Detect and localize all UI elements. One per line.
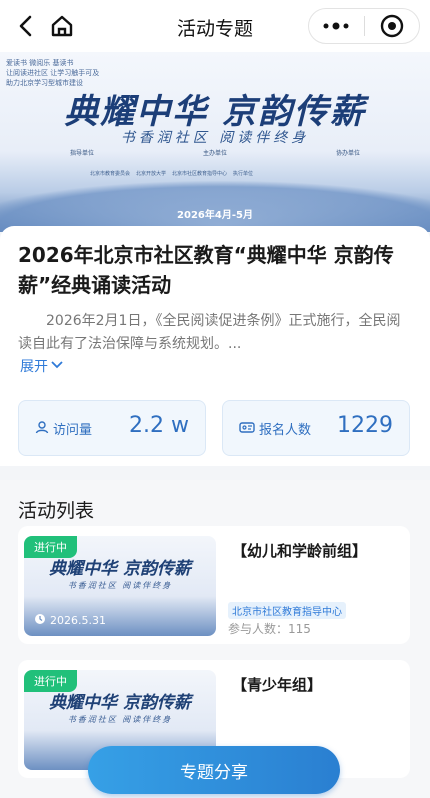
org-label: 协办单位: [335, 150, 360, 157]
close-target-icon[interactable]: [364, 8, 419, 44]
status-badge: 进行中: [24, 670, 77, 692]
thumb-subtitle: 书香润社区 阅读伴终身: [67, 715, 173, 724]
signups-value: 1229: [337, 413, 393, 438]
activity-list-heading: 活动列表: [18, 500, 95, 522]
topic-description: 2026年2月1日，《全民阅读促进条例》正式施行，全民阅读自此有了法治保障与系统…: [18, 313, 401, 352]
org-name: 北京市教育委员会: [90, 171, 131, 177]
visits-stat: 访问量 2.2 w: [18, 400, 206, 456]
visits-value: 2.2 w: [129, 413, 189, 438]
org-name: 北京市社区教育指导中心: [172, 171, 228, 177]
banner-headline: 典耀中华 京韵传薪: [64, 92, 366, 132]
more-dots-icon[interactable]: [309, 8, 364, 44]
activity-participants: 参与人数：115: [228, 622, 311, 636]
user-icon: [35, 420, 49, 438]
signups-label-wrap: 报名人数: [239, 419, 311, 438]
clock-icon: [34, 613, 46, 628]
banner-date: 2026年4月-5月: [177, 210, 253, 221]
support-label: 执行单位: [233, 171, 254, 177]
nav-bar: 活动专题: [0, 0, 430, 52]
activity-name: 【幼儿和学龄前组】: [232, 542, 368, 560]
org-label: 主办单位: [202, 150, 227, 157]
expand-label: 展开: [20, 359, 48, 375]
visits-label-wrap: 访问量: [35, 419, 92, 438]
org-name: 北京开放大学: [136, 171, 167, 177]
chevron-down-icon: [50, 358, 64, 374]
banner-corner-line-2: 让阅读进社区 让学习触手可及: [6, 69, 100, 77]
topic-banner: 爱读书 微阅乐 基读书 让阅读进社区 让学习触手可及 助力北京学习型城市建设 典…: [0, 52, 430, 232]
mini-program-capsule: [308, 8, 420, 44]
list-item[interactable]: 典耀中华 京韵传薪 书香润社区 阅读伴终身 进行中 2026.5.31 【幼儿和…: [18, 526, 410, 644]
signups-label: 报名人数: [259, 423, 312, 438]
expand-button[interactable]: 展开: [20, 356, 64, 376]
banner-subline: 书香润社区 阅读伴终身: [120, 130, 310, 146]
ticket-icon: [239, 420, 255, 438]
thumb-subtitle: 书香润社区 阅读伴终身: [67, 581, 173, 590]
banner-org-labels: 指导单位 主办单位 协办单位: [70, 148, 360, 157]
activity-org-tag: 北京市社区教育指导中心: [228, 602, 346, 619]
signups-stat: 报名人数 1229: [222, 400, 410, 456]
banner-corner-line-1: 爱读书 微阅乐 基读书: [6, 59, 74, 67]
activity-date-text: 2026.5.31: [50, 614, 106, 627]
activity-date: 2026.5.31: [34, 613, 106, 628]
activity-name: 【青少年组】: [232, 676, 323, 694]
topic-share-button[interactable]: 专题分享: [88, 746, 340, 794]
topic-title: 2026年北京市社区教育“典耀中华 京韵传薪”经典诵读活动: [18, 243, 394, 297]
visits-label: 访问量: [53, 423, 93, 438]
banner-org-names: 北京市教育委员会 北京开放大学 北京市社区教育指导中心 执行单位: [90, 170, 390, 177]
org-label: 指导单位: [70, 150, 95, 157]
activity-thumbnail: 典耀中华 京韵传薪 书香润社区 阅读伴终身 进行中 2026.5.31: [24, 536, 216, 636]
status-badge: 进行中: [24, 536, 77, 558]
topic-detail-card: 2026年北京市社区教育“典耀中华 京韵传薪”经典诵读活动 2026年2月1日，…: [0, 226, 430, 466]
